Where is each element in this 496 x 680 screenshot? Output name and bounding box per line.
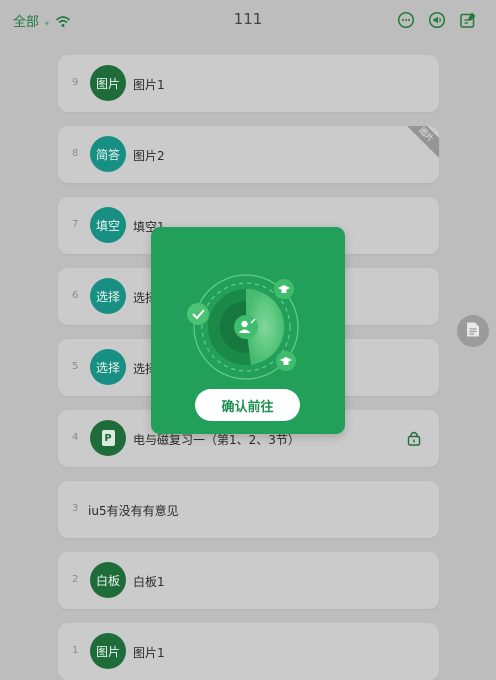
edit-icon[interactable] [459,11,477,29]
item-index: 8 [72,148,79,159]
confirm-button[interactable]: 确认前往 [195,389,300,421]
top-bar: 全部 ▾ 111 [0,0,496,40]
ppt-icon: P [101,430,115,446]
item-index: 4 [72,432,79,443]
type-badge: 填空 [90,207,126,243]
list-item[interactable]: 2 白板 白板1 [58,552,439,609]
navigate-dialog: 确认前往 [151,227,345,434]
type-badge: 选择 [90,278,126,314]
volume-icon[interactable] [428,11,446,29]
check-icon [187,303,209,325]
ppt-badge: P [90,420,126,456]
item-index: 7 [72,219,79,230]
document-icon [466,321,480,342]
type-badge: 图片 [90,65,126,101]
side-document-button[interactable] [457,315,489,347]
list-item[interactable]: 3 iu5有没有有意见 [58,481,439,538]
item-index: 1 [72,645,79,656]
type-badge: 图片 [90,633,126,669]
list-item[interactable]: 9 图片 图片1 [58,55,439,112]
type-badge: 白板 [90,562,126,598]
corner-ribbon: 图片 [399,126,439,162]
lock-icon[interactable] [407,430,421,446]
item-index: 5 [72,361,79,372]
item-name: 图片1 [133,646,165,660]
item-index: 3 [72,503,79,514]
list-item[interactable]: 1 图片 图片1 [58,623,439,680]
item-index: 2 [72,574,79,585]
item-name: 图片2 [133,149,165,163]
item-index: 6 [72,290,79,301]
item-name: 图片1 [133,78,165,92]
chat-icon[interactable] [397,11,415,29]
list-item[interactable]: 8 简答 图片2 图片 [58,126,439,183]
item-name: 白板1 [133,575,165,589]
item-name: iu5有没有有意见 [88,504,179,518]
type-badge: 简答 [90,136,126,172]
user-icon [234,315,258,339]
type-badge: 选择 [90,349,126,385]
item-index: 9 [72,77,79,88]
